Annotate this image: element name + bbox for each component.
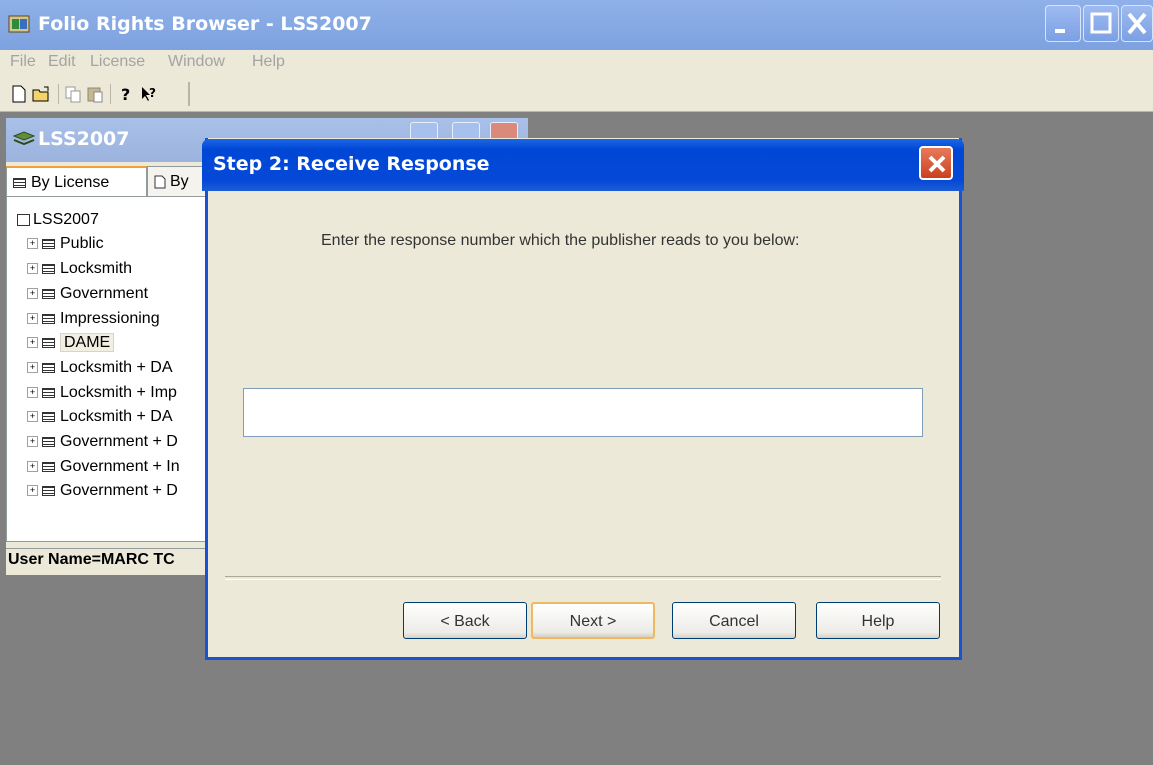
tree-item[interactable]: + Locksmith	[27, 260, 132, 284]
license-icon	[42, 263, 55, 274]
license-icon	[42, 238, 55, 249]
tree-root[interactable]: LSS2007	[17, 211, 99, 235]
close-icon	[928, 155, 946, 173]
tree-item[interactable]: + Government	[27, 285, 148, 309]
tree-item[interactable]: + Government + D	[27, 482, 178, 506]
copy-icon[interactable]	[64, 85, 82, 103]
child-window-title: LSS2007	[38, 128, 130, 150]
help-icon[interactable]: ?	[118, 85, 136, 103]
tree-item[interactable]: + Government + D	[27, 433, 178, 457]
license-icon	[42, 337, 55, 348]
svg-text:?: ?	[121, 85, 130, 103]
license-icon	[42, 313, 55, 324]
tree-item[interactable]: + Government + In	[27, 458, 180, 482]
expand-icon[interactable]: +	[27, 313, 38, 325]
maximize-button[interactable]	[1083, 5, 1119, 42]
open-folder-icon[interactable]	[32, 85, 50, 103]
menu-bar: File Edit License Window Help	[0, 50, 1153, 76]
toolbar-separator	[58, 84, 59, 104]
dialog-title: Step 2: Receive Response	[213, 153, 490, 175]
status-bar: User Name=MARC TC	[6, 548, 206, 572]
help-button[interactable]: Help	[816, 602, 940, 639]
books-icon	[12, 131, 36, 146]
tree-item[interactable]: + Public	[27, 235, 104, 259]
folio-app-icon	[8, 15, 30, 33]
menu-edit[interactable]: Edit	[48, 53, 76, 71]
app-title: Folio Rights Browser - LSS2007	[38, 13, 372, 35]
tree-item[interactable]: + Locksmith + Imp	[27, 384, 177, 408]
dialog-separator	[225, 576, 941, 580]
license-icon	[42, 436, 55, 447]
tree-item[interactable]: + Impressioning	[27, 310, 160, 334]
license-icon	[42, 387, 55, 398]
computer-icon	[17, 213, 30, 226]
app-title-bar: Folio Rights Browser - LSS2007	[0, 0, 1153, 50]
toolbar-separator	[188, 82, 190, 106]
expand-icon[interactable]: +	[27, 436, 38, 448]
dialog-close-button[interactable]	[919, 146, 953, 180]
tree-item[interactable]: + Locksmith + DA	[27, 359, 172, 383]
minimize-icon	[1055, 29, 1065, 33]
menu-help[interactable]: Help	[252, 53, 285, 71]
maximize-icon	[1090, 12, 1112, 34]
paste-icon[interactable]	[86, 85, 104, 103]
expand-icon[interactable]: +	[27, 387, 38, 399]
license-icon	[42, 461, 55, 472]
tab-label: By License	[31, 174, 110, 191]
context-help-icon[interactable]: ?	[140, 85, 158, 103]
view-tabs: By License By	[6, 166, 207, 197]
instruction-text: Enter the response number which the publ…	[321, 232, 800, 249]
expand-icon[interactable]: +	[27, 362, 38, 374]
tab-by-license[interactable]: By License	[6, 166, 147, 197]
next-button[interactable]: Next >	[531, 602, 655, 639]
expand-icon[interactable]: +	[27, 337, 38, 349]
close-icon	[1127, 12, 1147, 35]
menu-file[interactable]: File	[10, 53, 36, 71]
expand-icon[interactable]: +	[27, 411, 38, 423]
menu-window[interactable]: Window	[168, 53, 225, 71]
tab-by-other[interactable]: By	[147, 166, 207, 197]
license-icon	[42, 411, 55, 422]
app-close-button[interactable]	[1121, 5, 1153, 42]
license-icon	[13, 177, 26, 188]
toolbar-separator	[110, 84, 111, 104]
license-icon	[42, 362, 55, 373]
menu-license[interactable]: License	[90, 53, 145, 71]
minimize-button[interactable]	[1045, 5, 1081, 42]
expand-icon[interactable]: +	[27, 461, 38, 473]
expand-icon[interactable]: +	[27, 485, 38, 497]
response-number-input[interactable]	[243, 388, 923, 437]
license-icon	[42, 485, 55, 496]
tab-label: By	[170, 173, 189, 190]
new-document-icon[interactable]	[10, 85, 28, 103]
expand-icon[interactable]: +	[27, 238, 38, 250]
license-tree: LSS2007 + Public + Locksmith + Government +…	[6, 196, 206, 542]
expand-icon[interactable]: +	[27, 263, 38, 275]
expand-icon[interactable]: +	[27, 288, 38, 300]
tree-item[interactable]: + Locksmith + DA	[27, 408, 172, 432]
svg-text:?: ?	[149, 86, 156, 100]
toolbar: ? ?	[0, 76, 1153, 112]
back-button[interactable]: < Back	[403, 602, 527, 639]
cancel-button[interactable]: Cancel	[672, 602, 796, 639]
tree-item-selected[interactable]: + DAME	[27, 333, 115, 358]
license-icon	[42, 288, 55, 299]
document-icon	[154, 175, 166, 189]
